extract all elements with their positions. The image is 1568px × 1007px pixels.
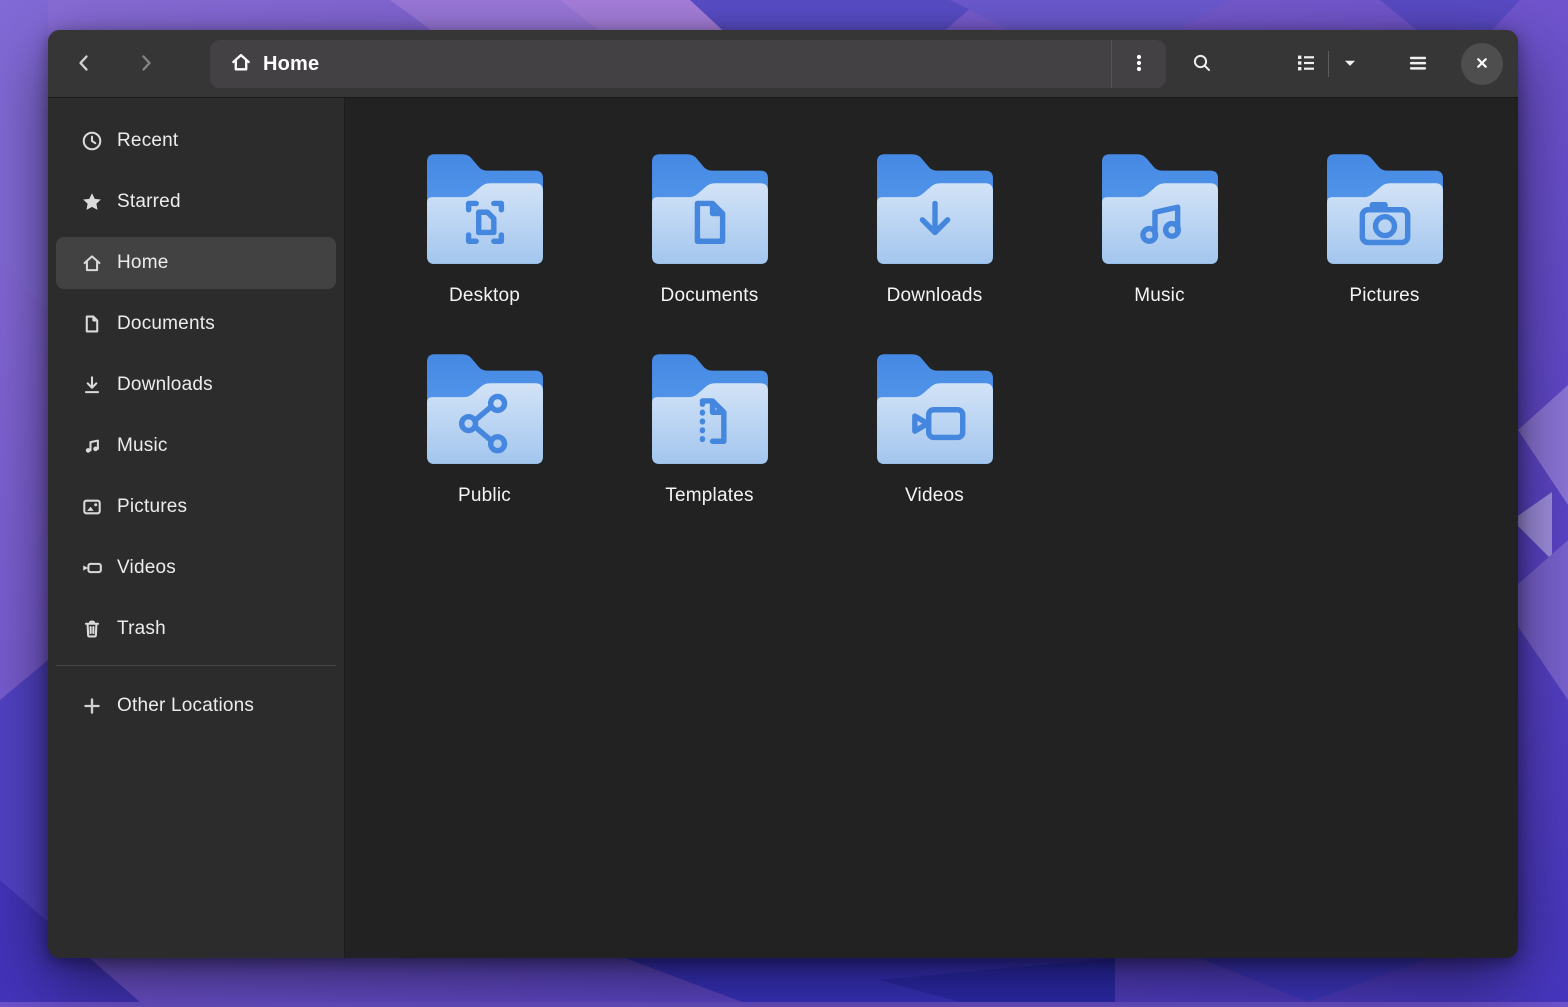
hamburger-menu-icon bbox=[1405, 50, 1431, 79]
sidebar-item-other-locations[interactable]: Other Locations bbox=[56, 680, 336, 732]
folder-icon bbox=[872, 152, 998, 275]
chevron-left-icon bbox=[72, 51, 96, 78]
folder-downloads[interactable]: Downloads bbox=[822, 152, 1047, 352]
sidebar-item-label: Recent bbox=[117, 130, 178, 152]
sidebar-item-downloads[interactable]: Downloads bbox=[56, 359, 336, 411]
folder-icon bbox=[1097, 152, 1223, 275]
chevron-down-icon bbox=[1339, 52, 1361, 77]
folder-label: Videos bbox=[905, 485, 964, 507]
home-icon bbox=[230, 51, 252, 78]
sidebar-item-label: Music bbox=[117, 435, 168, 457]
folder-label: Documents bbox=[661, 285, 759, 307]
folder-music[interactable]: Music bbox=[1047, 152, 1272, 352]
sidebar-item-label: Documents bbox=[117, 313, 215, 335]
folder-public[interactable]: Public bbox=[372, 352, 597, 552]
files-window: Home bbox=[48, 30, 1518, 958]
view-options-button[interactable] bbox=[1329, 44, 1371, 84]
folder-label: Templates bbox=[665, 485, 753, 507]
folder-icon bbox=[647, 152, 773, 275]
document-icon bbox=[80, 312, 104, 336]
kebab-menu-icon bbox=[1127, 51, 1151, 78]
plus-icon bbox=[80, 694, 104, 718]
search-button[interactable] bbox=[1182, 44, 1222, 84]
sidebar: Recent Starred Home Documents Downloads … bbox=[48, 98, 345, 958]
folder-desktop[interactable]: Desktop bbox=[372, 152, 597, 352]
folder-icon bbox=[872, 352, 998, 475]
folder-pictures[interactable]: Pictures bbox=[1272, 152, 1497, 352]
download-icon bbox=[80, 373, 104, 397]
path-bar[interactable]: Home bbox=[210, 40, 1166, 88]
sidebar-item-starred[interactable]: Starred bbox=[56, 176, 336, 228]
folder-label: Public bbox=[458, 485, 511, 507]
chevron-right-icon bbox=[134, 51, 158, 78]
header-bar: Home bbox=[48, 30, 1518, 98]
list-view-button[interactable] bbox=[1284, 44, 1328, 84]
sidebar-item-trash[interactable]: Trash bbox=[56, 603, 336, 655]
picture-icon bbox=[80, 495, 104, 519]
sidebar-footer: Other Locations bbox=[48, 680, 344, 732]
home-icon bbox=[80, 251, 104, 275]
sidebar-item-pictures[interactable]: Pictures bbox=[56, 481, 336, 533]
folder-label: Downloads bbox=[887, 285, 983, 307]
sidebar-item-label: Videos bbox=[117, 557, 176, 579]
sidebar-item-label: Starred bbox=[117, 191, 181, 213]
back-button[interactable] bbox=[64, 44, 104, 84]
folder-icon bbox=[422, 152, 548, 275]
view-toggle-group bbox=[1284, 44, 1371, 84]
sidebar-item-documents[interactable]: Documents bbox=[56, 298, 336, 350]
path-label: Home bbox=[263, 53, 319, 76]
folder-label: Desktop bbox=[449, 285, 520, 307]
forward-button[interactable] bbox=[126, 44, 166, 84]
folder-templates[interactable]: Templates bbox=[597, 352, 822, 552]
search-icon bbox=[1190, 51, 1214, 78]
folder-icon bbox=[1322, 152, 1448, 275]
sidebar-item-label: Other Locations bbox=[117, 695, 254, 717]
folder-documents[interactable]: Documents bbox=[597, 152, 822, 352]
trash-icon bbox=[80, 617, 104, 641]
location-menu-button[interactable] bbox=[1112, 40, 1166, 88]
file-grid: Desktop Documents Downloads Music Pictur… bbox=[345, 98, 1518, 958]
list-view-icon bbox=[1294, 51, 1318, 78]
folder-icon bbox=[647, 352, 773, 475]
sidebar-item-recent[interactable]: Recent bbox=[56, 115, 336, 167]
music-note-icon bbox=[80, 434, 104, 458]
folder-videos[interactable]: Videos bbox=[822, 352, 1047, 552]
folder-label: Music bbox=[1134, 285, 1185, 307]
star-icon bbox=[80, 190, 104, 214]
sidebar-item-label: Downloads bbox=[117, 374, 213, 396]
clock-icon bbox=[80, 129, 104, 153]
sidebar-list: Recent Starred Home Documents Downloads … bbox=[48, 115, 344, 655]
video-camera-icon bbox=[80, 556, 104, 580]
sidebar-item-music[interactable]: Music bbox=[56, 420, 336, 472]
main-menu-button[interactable] bbox=[1398, 44, 1438, 84]
close-button[interactable] bbox=[1461, 43, 1503, 85]
sidebar-item-label: Pictures bbox=[117, 496, 187, 518]
close-icon bbox=[1472, 53, 1492, 76]
sidebar-item-label: Trash bbox=[117, 618, 166, 640]
sidebar-item-label: Home bbox=[117, 252, 168, 274]
sidebar-item-videos[interactable]: Videos bbox=[56, 542, 336, 594]
folder-icon bbox=[422, 352, 548, 475]
sidebar-separator bbox=[56, 665, 336, 666]
folder-label: Pictures bbox=[1349, 285, 1419, 307]
sidebar-item-home[interactable]: Home bbox=[56, 237, 336, 289]
